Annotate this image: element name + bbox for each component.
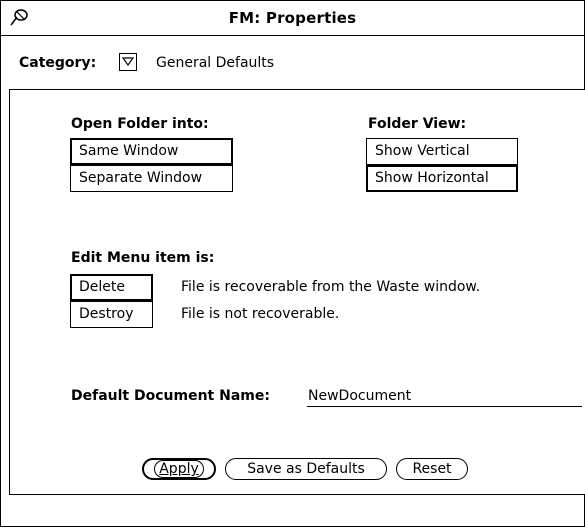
folder-view-horizontal-option[interactable]: Show Horizontal: [366, 165, 518, 192]
open-folder-same-window-option[interactable]: Same Window: [70, 138, 233, 165]
properties-window: FM: Properties Category: General Default…: [0, 0, 585, 527]
menu-triangle-icon: [122, 57, 134, 67]
edit-menu-destroy-option[interactable]: Destroy: [70, 301, 153, 328]
default-document-name-label: Default Document Name:: [71, 388, 270, 404]
category-bar: Category: General Defaults: [1, 36, 584, 84]
reset-button[interactable]: Reset: [396, 458, 468, 480]
category-label: Category:: [19, 55, 97, 71]
window-title: FM: Properties: [228, 9, 357, 27]
title-bar[interactable]: FM: Properties: [1, 1, 584, 36]
apply-button[interactable]: Apply: [142, 458, 216, 480]
edit-menu-delete-option[interactable]: Delete: [70, 274, 153, 301]
open-folder-separate-window-option[interactable]: Separate Window: [70, 165, 233, 192]
properties-panel: Open Folder into: Same Window Separate W…: [9, 89, 585, 495]
open-folder-heading: Open Folder into:: [71, 116, 209, 132]
save-as-defaults-button[interactable]: Save as Defaults: [225, 458, 387, 480]
delete-description: File is recoverable from the Waste windo…: [181, 279, 481, 295]
destroy-description: File is not recoverable.: [181, 306, 340, 322]
default-document-name-input[interactable]: [307, 385, 582, 407]
category-value: General Defaults: [156, 55, 275, 71]
edit-menu-heading: Edit Menu item is:: [71, 250, 215, 266]
apply-button-label: Apply: [154, 460, 204, 478]
category-menu-button[interactable]: [119, 53, 137, 71]
folder-view-vertical-option[interactable]: Show Vertical: [366, 138, 518, 165]
folder-view-heading: Folder View:: [368, 116, 467, 132]
